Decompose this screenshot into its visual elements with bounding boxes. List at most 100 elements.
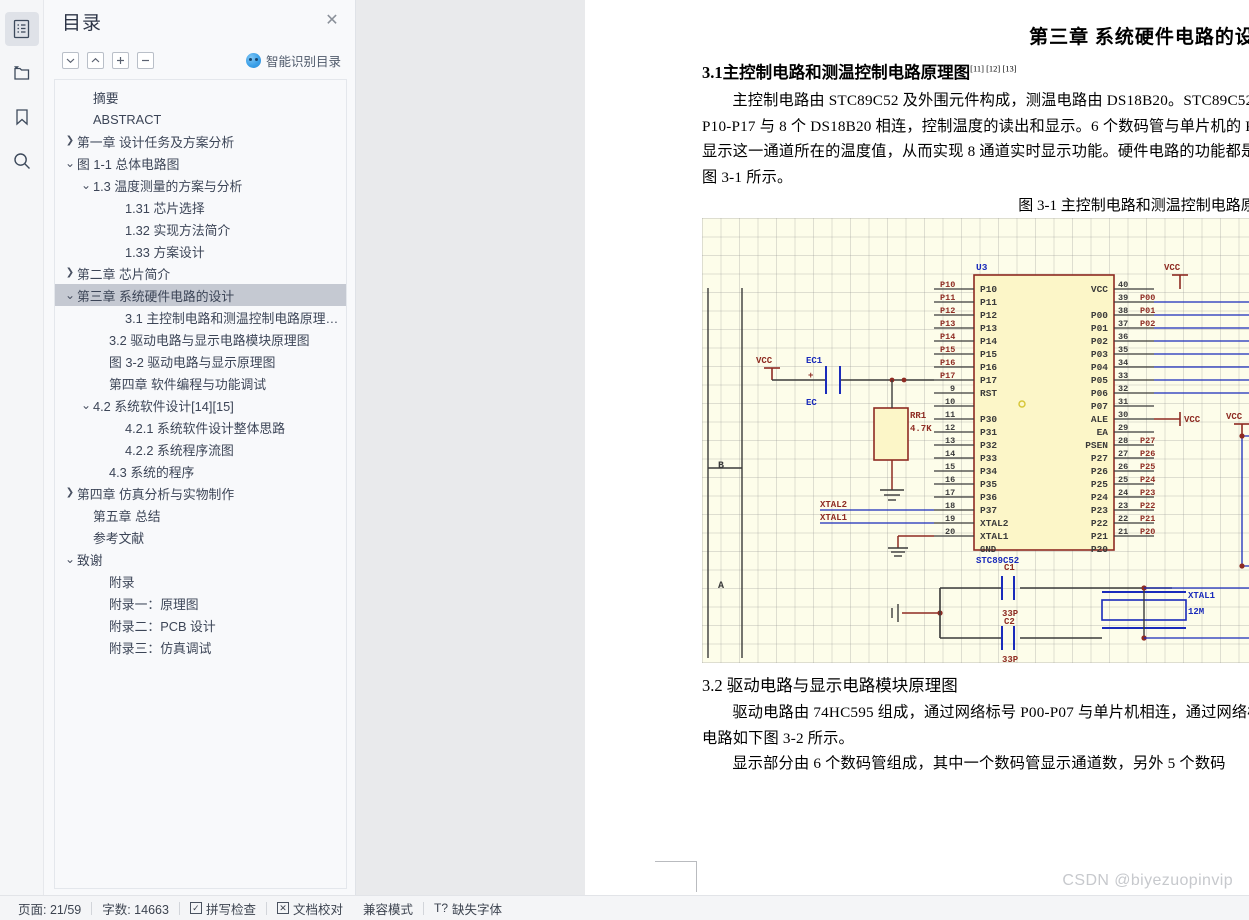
outline-item-label: 第五章 总结 <box>93 508 161 524</box>
svg-text:P22: P22 <box>1091 518 1108 529</box>
word-count[interactable]: 字数: 14663 <box>92 899 179 918</box>
svg-text:P23: P23 <box>1091 505 1108 516</box>
outline-tree-container[interactable]: 摘要 ABSTRACT ❯ 第一章 设计任务及方案分析 ⌄ 图 1-1 总体电路图 ⌄ 1.3… <box>54 79 347 889</box>
outline-item[interactable]: 4.2.2 系统程序流图 <box>55 438 346 460</box>
svg-text:P04: P04 <box>1091 362 1108 373</box>
svg-text:4.7K: 4.7K <box>910 424 932 434</box>
svg-text:VCC: VCC <box>1184 415 1201 425</box>
svg-text:P21: P21 <box>1140 514 1155 524</box>
outline-icon[interactable] <box>4 12 39 46</box>
svg-text:P00: P00 <box>1091 310 1108 321</box>
document-content: 第三章 系统硬件电路的设计 3.1主控制电路和测温控制电路原理图[11] [12… <box>702 22 1249 777</box>
collapse-all-button[interactable] <box>137 51 154 69</box>
schematic-figure[interactable]: B A U3 STC89C52 VCC VCC VCC EC1 EC + RR1… <box>702 218 1249 663</box>
svg-text:30: 30 <box>1118 410 1128 420</box>
svg-text:VCC: VCC <box>1164 263 1181 273</box>
bookmark-icon[interactable] <box>5 100 39 134</box>
outline-item[interactable]: ❯ 第一章 设计任务及方案分析 <box>55 130 346 152</box>
search-icon[interactable] <box>5 144 39 178</box>
outline-item[interactable]: 附录二：PCB 设计 <box>55 614 346 636</box>
svg-text:P33: P33 <box>980 453 997 464</box>
spellcheck-label: 拼写检查 <box>205 902 256 917</box>
outline-item-label: 第二章 芯片简介 <box>77 266 171 282</box>
chevron-right-icon[interactable]: ❯ <box>63 488 77 498</box>
outline-item[interactable]: 4.3 系统的程序 <box>55 460 346 482</box>
outline-item[interactable]: ❯ 第二章 芯片简介 <box>55 262 346 284</box>
svg-text:P07: P07 <box>1091 401 1108 412</box>
svg-text:P11: P11 <box>980 297 997 308</box>
page-indicator-label: 页面: 21/59 <box>18 902 82 917</box>
outline-item[interactable]: 摘要 <box>55 86 346 108</box>
chevron-down-icon[interactable]: ⌄ <box>79 399 93 411</box>
proofread-label: 文档校对 <box>292 902 343 917</box>
outline-item[interactable]: 第五章 总结 <box>55 504 346 526</box>
outline-item[interactable]: 附录一：原理图 <box>55 592 346 614</box>
outline-item[interactable]: 4.2.1 系统软件设计整体思路 <box>55 416 346 438</box>
outline-item-label: 1.3 温度测量的方案与分析 <box>93 178 243 194</box>
outline-item[interactable]: ⌄ 图 1-1 总体电路图 <box>55 152 346 174</box>
chevron-down-icon[interactable]: ⌄ <box>63 157 77 169</box>
outline-item[interactable]: 参考文献 <box>55 526 346 548</box>
chevron-down-icon[interactable]: ⌄ <box>79 179 93 191</box>
outline-item-label: 附录一：原理图 <box>109 596 199 612</box>
svg-text:XTAL2: XTAL2 <box>980 518 1009 529</box>
svg-text:XTAL1: XTAL1 <box>980 531 1009 542</box>
outline-item-label: 1.31 芯片选择 <box>125 200 205 216</box>
page-indicator[interactable]: 页面: 21/59 <box>8 899 91 918</box>
outline-item[interactable]: ABSTRACT <box>55 108 346 130</box>
outline-item[interactable]: 1.32 实现方法简介 <box>55 218 346 240</box>
svg-text:P25: P25 <box>1091 479 1108 490</box>
svg-text:P24: P24 <box>1091 492 1108 503</box>
svg-text:P24: P24 <box>1140 475 1155 485</box>
smart-outline-button[interactable]: 智能识别目录 <box>245 51 341 70</box>
svg-text:36: 36 <box>1118 332 1128 342</box>
svg-text:23: 23 <box>1118 501 1128 511</box>
svg-text:P12: P12 <box>980 310 997 321</box>
svg-text:P16: P16 <box>940 358 955 368</box>
outline-item[interactable]: 第四章 软件编程与功能调试 <box>55 372 346 394</box>
missing-font-indicator[interactable]: T? 缺失字体 <box>424 899 512 918</box>
expand-prev-button[interactable] <box>87 51 104 69</box>
svg-text:35: 35 <box>1118 345 1128 355</box>
svg-text:PSEN: PSEN <box>1085 440 1108 451</box>
outline-item-label: 附录三：仿真调试 <box>109 640 212 656</box>
outline-item[interactable]: ❯ 第四章 仿真分析与实物制作 <box>55 482 346 504</box>
section-heading-text: 主控制电路和测温控制电路原理图 <box>722 63 971 82</box>
outline-item-label: 4.2.2 系统程序流图 <box>125 442 234 458</box>
outline-item-label: 图 1-1 总体电路图 <box>77 156 180 172</box>
compat-mode[interactable]: 兼容模式 <box>353 899 423 918</box>
outline-item-label: 4.2.1 系统软件设计整体思路 <box>125 420 285 436</box>
chevron-down-icon[interactable]: ⌄ <box>63 289 77 301</box>
spellcheck-toggle[interactable]: ✓ 拼写检查 <box>180 899 266 918</box>
close-icon[interactable]: ✕ <box>323 13 341 31</box>
outline-item[interactable]: 附录三：仿真调试 <box>55 636 346 658</box>
expand-all-button[interactable] <box>112 51 129 69</box>
svg-text:19: 19 <box>945 514 955 524</box>
outline-item[interactable]: 3.2 驱动电路与显示电路模块原理图 <box>55 328 346 350</box>
document-viewport[interactable]: 第三章 系统硬件电路的设计 3.1主控制电路和测温控制电路原理图[11] [12… <box>356 0 1249 895</box>
outline-item[interactable]: ⌄ 第三章 系统硬件电路的设计 <box>55 284 346 306</box>
outline-item[interactable]: ⌄ 4.2 系统软件设计[14][15] <box>55 394 346 416</box>
figure-caption: 图 3-1 主控制电路和测温控制电路原理图 <box>1018 198 1249 214</box>
svg-text:P06: P06 <box>1091 388 1108 399</box>
expand-next-button[interactable] <box>62 51 79 69</box>
outline-item[interactable]: 1.31 芯片选择 <box>55 196 346 218</box>
outline-item[interactable]: 3.1 主控制电路和测温控制电路原理图[11][… <box>55 306 346 328</box>
chevron-right-icon[interactable]: ❯ <box>63 268 77 278</box>
svg-text:P14: P14 <box>940 332 955 342</box>
outline-item[interactable]: 附录 <box>55 570 346 592</box>
outline-item-label: 附录二：PCB 设计 <box>109 618 216 634</box>
proofread-toggle[interactable]: ✕ 文档校对 <box>267 899 353 918</box>
thumbnail-icon[interactable] <box>5 56 39 90</box>
outline-item[interactable]: 图 3-2 驱动电路与显示原理图 <box>55 350 346 372</box>
svg-text:39: 39 <box>1118 293 1128 303</box>
chevron-down-icon[interactable]: ⌄ <box>63 553 77 565</box>
svg-text:VCC: VCC <box>756 356 773 366</box>
checkmark-icon: ✓ <box>189 902 202 914</box>
svg-text:40: 40 <box>1118 280 1128 290</box>
outline-item[interactable]: 1.33 方案设计 <box>55 240 346 262</box>
outline-item[interactable]: ⌄ 1.3 温度测量的方案与分析 <box>55 174 346 196</box>
document-page: 第三章 系统硬件电路的设计 3.1主控制电路和测温控制电路原理图[11] [12… <box>585 0 1249 895</box>
chevron-right-icon[interactable]: ❯ <box>63 136 77 146</box>
outline-item[interactable]: ⌄ 致谢 <box>55 548 346 570</box>
